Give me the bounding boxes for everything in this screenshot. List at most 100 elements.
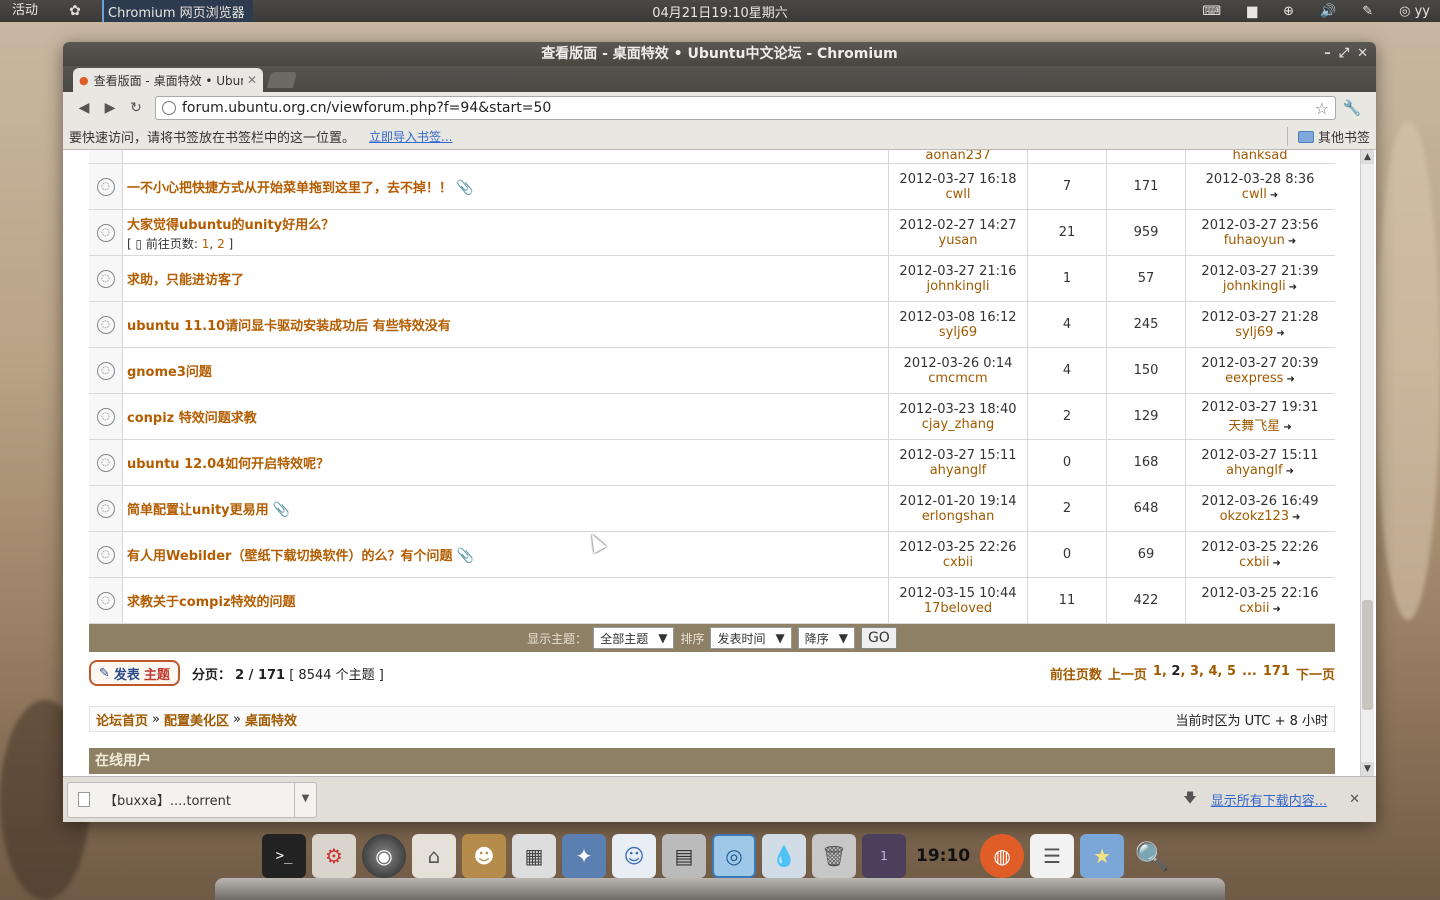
author-link[interactable]: cwll [945,187,970,202]
app-name[interactable]: Chromium 网页浏览器 [102,0,253,22]
next-page-link[interactable]: 下一页 [1296,664,1335,683]
prev-page-link[interactable]: 上一页 [1108,664,1147,683]
last-author-link[interactable]: fuhaoyun [1224,233,1285,248]
goto-last-post-icon[interactable]: ➜ [1289,282,1297,293]
url-text[interactable]: forum.ubuntu.org.cn/viewforum.php?f=94&s… [182,100,1315,116]
page-number-link[interactable]: 4 [1208,664,1217,679]
author-link[interactable]: erlongshan [922,509,995,524]
goto-last-post-icon[interactable]: ➜ [1286,466,1294,477]
keyboard-icon[interactable]: ⌨ [1202,4,1221,19]
show-topics-select[interactable]: 全部主题 ▼ [593,627,675,649]
goto-last-post-icon[interactable]: ➜ [1283,422,1291,433]
water-drop-icon[interactable]: 💧 [762,834,806,878]
chat-icon[interactable]: ☺ [612,834,656,878]
folder-icon[interactable]: ▆ [1247,4,1257,19]
scroll-down-icon[interactable]: ▼ [1361,762,1374,776]
import-bookmarks-link[interactable]: 立即导入书签... [369,128,452,145]
window-titlebar[interactable]: 查看版面 - 桌面特效 • Ubuntu中文论坛 - Chromium – ⤢ … [63,42,1376,66]
last-author-link[interactable]: ahyanglf [1226,463,1283,478]
last-author-link[interactable]: cxbii [1239,601,1269,616]
new-topic-button[interactable]: ✎ 发表 主题 [89,660,180,686]
download-item[interactable]: 【buxxa】....torrent ▼ [67,781,317,818]
system-tools-icon[interactable]: ⚙ [312,834,356,878]
page-number-link[interactable]: 3 [1190,664,1199,679]
goto-last-post-icon[interactable]: ➜ [1272,604,1280,615]
topic-title-link[interactable]: 求助，只能进访客了 [127,273,244,288]
last-author-link[interactable]: 天舞飞星 [1228,419,1280,434]
last-author-link[interactable]: hanksad [1233,150,1288,163]
page-link[interactable]: 2 [217,237,225,251]
app-menu[interactable]: ✿ Chromium 网页浏览器 [66,0,253,22]
goto-last-post-icon[interactable]: ➜ [1286,374,1294,385]
accessibility-icon[interactable]: ⊕ [1283,4,1294,19]
topic-title-link[interactable]: 有人用Webilder（壁纸下载切换软件）的么？有个问题 [127,549,452,564]
last-author-link[interactable]: johnkingli [1223,279,1286,294]
author-link[interactable]: johnkingli [927,279,990,294]
maximize-icon[interactable]: ⤢ [1339,42,1349,66]
network-icon[interactable]: ✎ [1362,4,1373,19]
page-number-link[interactable]: 5 [1227,664,1236,679]
sort-select[interactable]: 发表时间 ▼ [710,627,792,649]
dock-clock[interactable]: 19:10 [912,834,974,878]
show-all-downloads-link[interactable]: 显示所有下载内容... [1211,790,1327,809]
activities-button[interactable]: 活动 [0,0,50,22]
volume-icon[interactable]: 🔊 [1320,4,1336,19]
tab-close-icon[interactable]: ✕ [247,73,257,87]
favorites-icon[interactable]: ★ [1080,834,1125,878]
last-author-link[interactable]: okzokz123 [1220,509,1289,524]
goto-last-post-icon[interactable]: ➜ [1276,328,1284,339]
breadcrumb-forum[interactable]: 桌面特效 [245,710,297,729]
terminal-icon[interactable]: >_ [262,834,306,878]
last-author-link[interactable]: cxbii [1239,555,1269,570]
reload-icon[interactable]: ↻ [123,100,149,116]
last-page-link[interactable]: 171 [1263,664,1290,683]
trash-icon[interactable]: 🗑 [812,834,856,878]
screenshot-icon[interactable]: ✦ [562,834,606,878]
author-link[interactable]: 17beloved [924,601,992,616]
topic-title-link[interactable]: 简单配置让unity更易用 [127,503,269,518]
ubuntu-logo-icon[interactable]: ◍ [980,834,1025,878]
topic-title-link[interactable]: 一不小心把快捷方式从开始菜单拖到这里了，去不掉！！ [127,181,452,196]
breadcrumb-home[interactable]: 论坛首页 [96,710,148,729]
download-menu-icon[interactable]: ▼ [294,781,316,818]
author-link[interactable]: aonan237 [925,150,990,163]
disk-icon[interactable]: ◉ [362,834,406,878]
goto-page-link[interactable]: 前往页数 [1050,664,1102,683]
back-icon[interactable]: ◀ [71,100,97,116]
printer-icon[interactable]: ▤ [662,834,706,878]
last-author-link[interactable]: sylj69 [1235,325,1273,340]
page-link[interactable]: 1 [202,237,210,251]
topic-title-link[interactable]: 求教关于compiz特效的问题 [127,595,296,610]
close-shelf-icon[interactable]: ✕ [1349,792,1360,807]
vertical-scrollbar[interactable]: ▲ ▼ [1360,150,1374,776]
page-number-link[interactable]: 1 [1153,664,1162,679]
goto-last-post-icon[interactable]: ➜ [1288,236,1296,247]
wrench-menu-icon[interactable]: 🔧 [1336,99,1368,117]
forward-icon[interactable]: ▶ [97,100,123,116]
close-icon[interactable]: ✕ [1357,42,1368,66]
go-button[interactable]: GO [860,627,897,649]
scroll-thumb[interactable] [1362,600,1373,710]
goto-last-post-icon[interactable]: ➜ [1270,190,1278,201]
goto-last-post-icon[interactable]: ➜ [1272,558,1280,569]
text-editor-icon[interactable]: ☰ [1030,834,1075,878]
topic-title-link[interactable]: ubuntu 11.10请问显卡驱动安装成功后 有些特效没有 [127,319,451,334]
author-link[interactable]: cjay_zhang [922,417,994,432]
address-bar[interactable]: forum.ubuntu.org.cn/viewforum.php?f=94&s… [155,96,1336,120]
topic-title-link[interactable]: ubuntu 12.04如何开启特效呢？ [127,457,329,472]
calculator-icon[interactable]: ▦ [512,834,556,878]
scroll-up-icon[interactable]: ▲ [1361,150,1374,164]
user-menu[interactable]: ◎ yy [1399,4,1430,19]
author-link[interactable]: sylj69 [939,325,977,340]
last-author-link[interactable]: eexpress [1225,371,1283,386]
last-author-link[interactable]: cwll [1242,187,1267,202]
author-link[interactable]: ahyanglf [930,463,987,478]
chromium-icon[interactable]: ◎ [712,834,756,878]
author-link[interactable]: yusan [939,233,978,248]
topic-title-link[interactable]: gnome3问题 [127,365,212,380]
topic-title-link[interactable]: 大家觉得ubuntu的unity好用么？ [127,218,334,233]
workspace-switcher[interactable]: 1 [862,834,906,878]
gimp-icon[interactable]: ☻ [462,834,506,878]
tab-active[interactable]: ● 查看版面 - 桌面特效 • Ubur ✕ [73,68,263,92]
page-info-icon[interactable] [162,101,176,115]
